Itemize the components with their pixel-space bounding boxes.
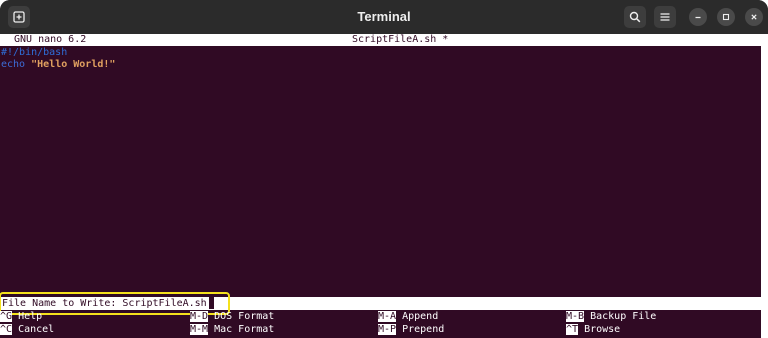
shortcut-prepend[interactable]: M-P Prepend	[378, 324, 444, 336]
titlebar: Terminal	[0, 0, 768, 34]
nano-filename: ScriptFileA.sh *	[352, 34, 449, 45]
shortcut-help[interactable]: ^G Help	[0, 311, 42, 323]
scrollbar[interactable]	[761, 34, 768, 338]
shortcut-backup-file[interactable]: M-B Backup File	[566, 311, 656, 323]
nano-version: GNU nano 6.2	[14, 34, 87, 45]
close-icon	[751, 14, 757, 20]
maximize-button[interactable]	[717, 8, 735, 26]
code-keyword: echo	[1, 59, 26, 70]
shortcut-key: ^T	[566, 324, 579, 335]
nano-header-bar: GNU nano 6.2 ScriptFileA.sh *	[0, 34, 761, 46]
shortcut-key: M-M	[190, 324, 209, 335]
window-title: Terminal	[357, 9, 411, 24]
hamburger-menu-icon	[660, 13, 670, 21]
shortcut-label: Browse	[584, 324, 621, 335]
shortcut-key: M-P	[378, 324, 397, 335]
code-string: "Hello World!"	[31, 59, 116, 70]
shortcut-mac-format[interactable]: M-M Mac Format	[190, 324, 274, 336]
shortcut-cancel[interactable]: ^C Cancel	[0, 324, 54, 336]
shortcut-label: DOS Format	[214, 311, 275, 322]
shortcut-dos-format[interactable]: M-D DOS Format	[190, 311, 274, 323]
new-tab-icon	[13, 11, 25, 23]
shortcut-append[interactable]: M-A Append	[378, 311, 438, 323]
minimize-icon	[695, 16, 701, 19]
shortcut-key: M-A	[378, 311, 397, 322]
shortcut-key: M-B	[566, 311, 585, 322]
menu-button[interactable]	[654, 6, 676, 28]
close-button[interactable]	[745, 8, 763, 26]
shortcut-label: Prepend	[402, 324, 445, 335]
shortcut-browse[interactable]: ^T Browse	[566, 324, 620, 336]
new-tab-button[interactable]	[8, 6, 30, 28]
terminal-area[interactable]: GNU nano 6.2 ScriptFileA.sh * #!/bin/bas…	[0, 34, 768, 338]
shortcut-key: ^G	[0, 311, 13, 322]
shortcut-label: Mac Format	[214, 324, 275, 335]
shortcut-key: ^C	[0, 324, 13, 335]
search-icon	[629, 11, 641, 23]
shortcut-label: Help	[18, 311, 43, 322]
maximize-icon	[722, 13, 730, 21]
minimize-button[interactable]	[689, 8, 707, 26]
editor-line-1[interactable]: #!/bin/bash	[1, 47, 67, 59]
search-button[interactable]	[624, 6, 646, 28]
editor-line-2[interactable]: echo "Hello World!"	[1, 59, 115, 71]
shortcut-label: Append	[402, 311, 439, 322]
shortcut-key: M-D	[190, 311, 209, 322]
shortcut-label: Cancel	[18, 324, 55, 335]
terminal-window: Terminal GNU nano 6.2 ScriptFileA.sh * #…	[0, 0, 768, 338]
shortcut-label: Backup File	[590, 311, 657, 322]
